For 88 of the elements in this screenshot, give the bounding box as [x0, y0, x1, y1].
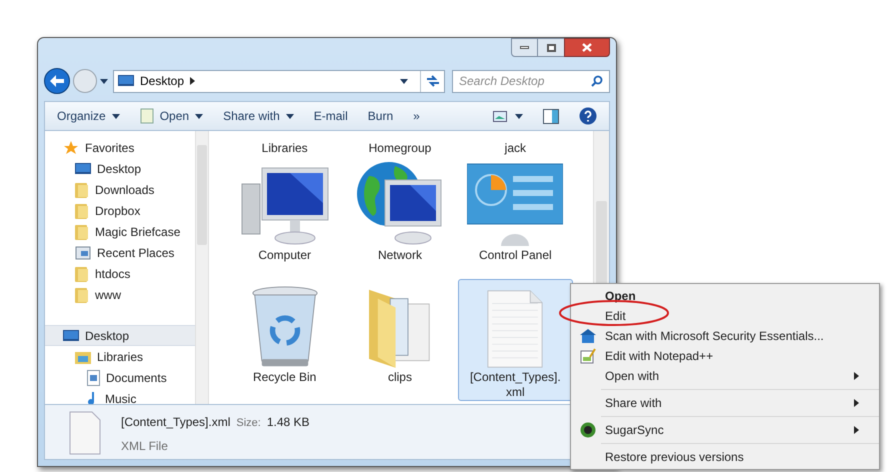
notepad-icon — [140, 108, 154, 124]
library-icon — [75, 350, 91, 364]
file-item[interactable]: Computer — [227, 157, 342, 279]
caret-icon — [854, 426, 859, 434]
round-logo-icon — [580, 422, 596, 438]
nav-item[interactable]: Desktop — [45, 325, 195, 346]
search-input[interactable]: Search Desktop — [459, 72, 591, 90]
star-icon — [63, 140, 79, 156]
file-item[interactable]: clips — [342, 279, 458, 401]
menu-item[interactable]: Edit — [571, 306, 879, 326]
toolbar-button[interactable]: Share with — [223, 107, 294, 125]
toolbar-button[interactable]: » — [413, 107, 420, 125]
control-panel-icon — [467, 162, 564, 246]
monitor-icon — [75, 162, 91, 176]
scrollbar[interactable] — [195, 131, 209, 404]
nav-item[interactable]: Recent Places — [45, 242, 195, 263]
file-item[interactable]: Libraries — [227, 131, 342, 157]
view-button[interactable] — [493, 110, 523, 122]
menu-item[interactable]: Share with — [571, 393, 879, 413]
window-icon — [75, 244, 91, 260]
nav-item[interactable]: Documents — [45, 367, 195, 388]
folder-icon — [75, 202, 89, 218]
search-field[interactable]: Search Desktop — [452, 70, 610, 92]
refresh-arrows-icon — [426, 75, 440, 87]
file-type: XML File — [121, 438, 169, 454]
toolbar-button[interactable]: E-mail — [314, 107, 348, 125]
folder-icon — [75, 266, 89, 282]
help-icon[interactable] — [579, 107, 597, 125]
monitor-icon — [63, 328, 79, 342]
file-item[interactable]: Network — [342, 157, 458, 279]
toolbar-button[interactable]: Burn — [368, 107, 394, 125]
caret-icon — [195, 114, 204, 118]
address-bar[interactable]: Desktop — [113, 70, 445, 92]
file-item[interactable]: jack — [458, 131, 573, 157]
menu-item[interactable]: SugarSync — [571, 420, 879, 440]
close-icon — [582, 43, 592, 52]
back-arrow-icon — [50, 75, 64, 87]
nav-item[interactable]: Magic Briefcase — [45, 221, 195, 242]
document-icon — [87, 370, 100, 386]
size-value: 1.48 KB — [266, 414, 310, 431]
nav-item[interactable]: htdocs — [45, 263, 195, 284]
file-name: [Content_Types].xml — [121, 414, 230, 431]
nav-item[interactable]: Downloads — [45, 179, 195, 200]
close-button[interactable] — [564, 38, 610, 57]
caret-icon — [515, 114, 523, 118]
notepad-icon — [580, 348, 596, 364]
maximize-icon — [546, 44, 556, 52]
nav-item[interactable]: www — [45, 284, 195, 305]
menu-item[interactable]: Edit with Notepad++ — [571, 346, 879, 366]
file-item[interactable]: Homegroup — [342, 131, 458, 157]
caret-icon — [400, 78, 408, 84]
address-text: Desktop — [140, 73, 184, 90]
minimize-icon — [520, 46, 529, 49]
size-label: Size: — [236, 416, 261, 431]
toolbar-button[interactable]: Organize — [57, 107, 120, 125]
nav-item[interactable]: Music — [45, 388, 195, 404]
nav-item[interactable]: Desktop — [45, 158, 195, 179]
search-icon — [591, 75, 603, 87]
preview-pane-icon[interactable] — [543, 108, 559, 124]
folder-icon — [75, 286, 89, 302]
caret-icon — [854, 399, 859, 407]
folder-icon — [75, 224, 89, 240]
menu-item[interactable]: Open with — [571, 366, 879, 386]
caret-icon — [112, 114, 120, 118]
file-item[interactable]: Control Panel — [458, 157, 573, 279]
back-button[interactable] — [44, 68, 70, 94]
caret-icon — [854, 372, 859, 380]
menu-item[interactable]: Open — [571, 286, 879, 306]
monitor-icon — [118, 74, 134, 88]
caret-icon — [190, 77, 196, 85]
picture-icon — [493, 110, 507, 122]
maximize-button[interactable] — [538, 38, 564, 57]
caret-icon — [286, 114, 294, 118]
caret-icon — [100, 78, 108, 84]
nav-item[interactable]: Dropbox — [45, 200, 195, 221]
toolbar-button[interactable]: Open — [140, 107, 204, 125]
menu-item[interactable]: Scan with Microsoft Security Essentials... — [571, 326, 879, 346]
nav-item[interactable]: Favorites — [45, 137, 195, 158]
menu-item[interactable]: Restore previous versions — [571, 447, 879, 467]
house-icon — [580, 329, 596, 343]
recycle-bin-icon — [250, 286, 319, 368]
file-item[interactable]: Recycle Bin — [227, 279, 342, 401]
document-icon — [487, 290, 544, 368]
nav-item[interactable]: Libraries — [45, 346, 195, 367]
minimize-button[interactable] — [511, 38, 538, 57]
document-icon — [69, 411, 101, 455]
folder-icon — [75, 182, 89, 198]
file-item[interactable]: [Content_Types].xml — [458, 279, 573, 401]
